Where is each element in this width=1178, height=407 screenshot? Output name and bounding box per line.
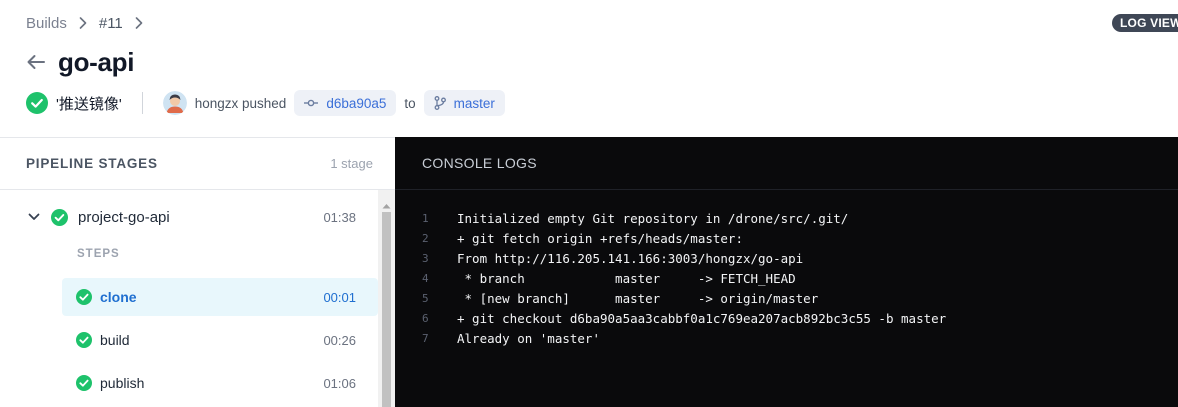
build-meta: '推送镜像' hongzx pushed d6ba90a5 to master [26,90,505,116]
page-title: go-api [58,46,135,77]
line-number[interactable]: 1 [395,212,457,225]
chevron-right-icon [79,17,87,29]
commit-message: '推送镜像' [56,95,122,113]
check-circle-icon [51,208,68,226]
log-line: 4 * branch master -> FETCH_HEAD [395,268,1178,288]
breadcrumb: Builds #11 [26,14,155,32]
stage-item[interactable]: project-go-api 01:38 [0,204,378,230]
divider [141,92,143,114]
actor-text: hongzx pushed [194,95,287,111]
line-number[interactable]: 7 [395,332,457,345]
step-duration: 00:26 [323,332,356,348]
to-label: to [404,95,416,111]
branch-name: master [453,95,495,111]
step-item-publish[interactable]: publish 01:06 [62,364,378,402]
pipeline-header: PIPELINE STAGES 1 stage [0,138,395,190]
avatar [162,91,187,115]
line-number[interactable]: 6 [395,312,457,325]
breadcrumb-builds[interactable]: Builds [26,15,67,32]
step-duration: 00:01 [323,289,356,305]
log-line: 6 + git checkout d6ba90a5aa3cabbf0a1c769e… [395,308,1178,328]
stage-duration: 01:38 [323,209,356,225]
console-title: CONSOLE LOGS [422,155,537,171]
line-text: * [new branch] master -> origin/master [457,290,819,306]
stages-scrollbar[interactable] [378,190,395,407]
step-item-build[interactable]: build 00:26 [62,321,378,359]
breadcrumb-build-number[interactable]: #11 [99,15,123,32]
step-name: publish [100,375,145,391]
log-line: 1 Initialized empty Git repository in /dr… [395,208,1178,228]
step-name: clone [100,289,137,305]
log-line: 5 * [new branch] master -> origin/master [395,288,1178,308]
stage-name: project-go-api [78,208,170,226]
line-text: From http://116.205.141.166:3003/hongzx/… [457,250,804,266]
title-row: go-api [26,46,134,78]
line-number[interactable]: 5 [395,292,457,305]
log-line: 7 Already on 'master' [395,328,1178,348]
line-number[interactable]: 4 [395,272,457,285]
line-text: * branch master -> FETCH_HEAD [457,270,796,286]
pipeline-title: PIPELINE STAGES [26,156,158,171]
line-number[interactable]: 3 [395,252,457,265]
line-text: + git checkout d6ba90a5aa3cabbf0a1c769ea… [457,310,947,326]
line-text: Initialized empty Git repository in /dro… [457,210,849,226]
console-panel: CONSOLE LOGS 1 Initialized empty Git repo… [395,137,1178,407]
check-circle-icon [76,375,92,391]
step-duration: 01:06 [323,375,356,391]
check-circle-icon [76,332,92,348]
step-name: build [100,332,130,348]
log-line: 2 + git fetch origin +refs/heads/master: [395,228,1178,248]
line-text: Already on 'master' [457,330,600,346]
log-view-badge[interactable]: LOG VIEW [1112,14,1178,32]
line-text: + git fetch origin +refs/heads/master: [457,230,743,246]
console-header: CONSOLE LOGS [395,137,1178,190]
commit-sha: d6ba90a5 [326,95,387,111]
check-circle-icon [76,289,92,305]
chevron-right-icon [135,17,143,29]
check-circle-icon [26,92,48,114]
commit-icon [304,98,319,108]
scroll-thumb[interactable] [382,212,391,407]
step-item-clone[interactable]: clone 00:01 [62,278,378,316]
pipeline-panel: PIPELINE STAGES 1 stage project-go-api 0… [0,137,395,407]
steps-label: STEPS [77,248,120,260]
branch-pill[interactable]: master [423,90,505,116]
branch-icon [434,96,446,110]
stage-count: 1 stage [330,156,373,171]
log-lines: 1 Initialized empty Git repository in /dr… [395,208,1178,348]
log-line: 3 From http://116.205.141.166:3003/hongzx… [395,248,1178,268]
line-number[interactable]: 2 [395,232,457,245]
commit-pill[interactable]: d6ba90a5 [294,90,397,116]
back-arrow-icon[interactable] [26,54,46,70]
chevron-down-icon[interactable] [28,213,40,221]
